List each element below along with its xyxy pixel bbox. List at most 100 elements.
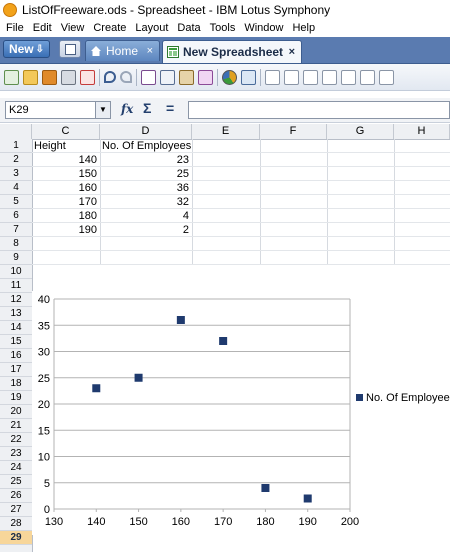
- delete-row-icon[interactable]: [303, 69, 318, 85]
- data-point[interactable]: [219, 337, 228, 345]
- row-header[interactable]: 17: [0, 363, 32, 377]
- cell-height[interactable]: 180: [34, 210, 97, 223]
- new-button[interactable]: New ⇩: [3, 40, 50, 58]
- row-header[interactable]: 8: [0, 237, 32, 251]
- redo-icon[interactable]: [120, 71, 132, 83]
- column-header-e[interactable]: E: [192, 124, 260, 139]
- row-header[interactable]: 18: [0, 377, 32, 391]
- cell-employees[interactable]: 4: [102, 210, 189, 223]
- row-header[interactable]: 9: [0, 251, 32, 265]
- name-box[interactable]: K29 ▼: [5, 101, 111, 119]
- row-header[interactable]: 19: [0, 391, 32, 405]
- close-icon[interactable]: ×: [147, 45, 153, 57]
- cell-height[interactable]: 150: [34, 168, 97, 181]
- row-header[interactable]: 5: [0, 195, 32, 209]
- corner-select-all[interactable]: [0, 124, 32, 139]
- print-icon[interactable]: [61, 69, 76, 85]
- cell-employees[interactable]: 36: [102, 182, 189, 195]
- sum-icon[interactable]: Σ: [143, 100, 151, 116]
- row-header[interactable]: 23: [0, 447, 32, 461]
- window-list-button[interactable]: [59, 40, 81, 58]
- row-header[interactable]: 16: [0, 349, 32, 363]
- row-header[interactable]: 3: [0, 167, 32, 181]
- row-header[interactable]: 12: [0, 293, 32, 307]
- column-header-c[interactable]: C: [32, 124, 100, 139]
- column-header-f[interactable]: F: [260, 124, 327, 139]
- y-tick-label: 20: [38, 399, 50, 411]
- row-header[interactable]: 29: [0, 531, 32, 545]
- cell-height[interactable]: 140: [34, 154, 97, 167]
- row-header[interactable]: 20: [0, 405, 32, 419]
- pdf-export-icon[interactable]: [80, 69, 95, 85]
- row-header[interactable]: 7: [0, 223, 32, 237]
- row-header[interactable]: 11: [0, 279, 32, 293]
- menu-data[interactable]: Data: [177, 22, 200, 34]
- tab-home[interactable]: Home ×: [85, 40, 160, 61]
- cut-icon[interactable]: [141, 69, 156, 85]
- close-icon[interactable]: ×: [289, 46, 295, 58]
- menu-layout[interactable]: Layout: [135, 22, 168, 34]
- column-header-g[interactable]: G: [327, 124, 394, 139]
- open-folder-icon[interactable]: [23, 69, 38, 85]
- menu-file[interactable]: File: [6, 22, 24, 34]
- menu-window[interactable]: Window: [244, 22, 283, 34]
- data-point[interactable]: [92, 384, 101, 393]
- row-header[interactable]: 24: [0, 461, 32, 475]
- image-icon[interactable]: [241, 69, 256, 85]
- row-header[interactable]: 28: [0, 517, 32, 531]
- row-header[interactable]: 13: [0, 307, 32, 321]
- insert-column-icon[interactable]: [284, 69, 299, 85]
- chevron-down-icon[interactable]: ▼: [95, 102, 110, 118]
- cell-employees[interactable]: 32: [102, 196, 189, 209]
- row-header[interactable]: 21: [0, 419, 32, 433]
- menu-edit[interactable]: Edit: [33, 22, 52, 34]
- scatter-chart[interactable]: 0 5 10 15 20 25 30 35 40 130 140 150 160 170 180 190 200…: [32, 291, 450, 535]
- menu-view[interactable]: View: [61, 22, 85, 34]
- borders-icon[interactable]: [379, 69, 394, 85]
- cell-d1-header[interactable]: No. Of Employees: [102, 140, 191, 153]
- cell-employees[interactable]: 23: [102, 154, 189, 167]
- menu-tools[interactable]: Tools: [210, 22, 236, 34]
- row-header[interactable]: 10: [0, 265, 32, 279]
- data-point[interactable]: [176, 316, 185, 324]
- menu-help[interactable]: Help: [292, 22, 315, 34]
- function-wizard-icon[interactable]: fx: [121, 102, 133, 116]
- row-header[interactable]: 15: [0, 335, 32, 349]
- tab-new-spreadsheet[interactable]: New Spreadsheet ×: [162, 40, 302, 63]
- insert-row-icon[interactable]: [265, 69, 280, 85]
- merge-cells-icon[interactable]: [341, 69, 356, 85]
- chart-area[interactable]: 0 5 10 15 20 25 30 35 40 130 140 150 160 170 180 190 200…: [32, 291, 450, 535]
- format-paintbrush-icon[interactable]: [198, 69, 213, 85]
- row-header[interactable]: 6: [0, 209, 32, 223]
- row-header[interactable]: 22: [0, 433, 32, 447]
- new-document-icon[interactable]: [4, 69, 19, 85]
- column-header-d[interactable]: D: [100, 124, 192, 139]
- save-icon[interactable]: [42, 69, 57, 85]
- row-header[interactable]: 4: [0, 181, 32, 195]
- data-point[interactable]: [261, 484, 270, 492]
- data-point[interactable]: [134, 373, 143, 382]
- row-header[interactable]: 14: [0, 321, 32, 335]
- row-header[interactable]: 1: [0, 139, 32, 153]
- chart-icon[interactable]: [222, 69, 237, 85]
- formula-input[interactable]: [188, 101, 450, 119]
- cell-height[interactable]: 190: [34, 224, 97, 237]
- cell-height[interactable]: 160: [34, 182, 97, 195]
- cell-employees[interactable]: 2: [102, 224, 189, 237]
- row-header[interactable]: 26: [0, 489, 32, 503]
- equals-icon[interactable]: =: [166, 100, 174, 116]
- paste-icon[interactable]: [179, 69, 194, 85]
- row-header[interactable]: 25: [0, 475, 32, 489]
- cell-employees[interactable]: 25: [102, 168, 189, 181]
- data-point[interactable]: [303, 494, 312, 503]
- cell-c1-header[interactable]: Height: [34, 140, 66, 153]
- row-header[interactable]: 2: [0, 153, 32, 167]
- row-header[interactable]: 27: [0, 503, 32, 517]
- copy-icon[interactable]: [160, 69, 175, 85]
- column-header-h[interactable]: H: [394, 124, 450, 139]
- menu-create[interactable]: Create: [93, 22, 126, 34]
- cell-height[interactable]: 170: [34, 196, 97, 209]
- split-cells-icon[interactable]: [360, 69, 375, 85]
- delete-column-icon[interactable]: [322, 69, 337, 85]
- undo-icon[interactable]: [104, 71, 116, 83]
